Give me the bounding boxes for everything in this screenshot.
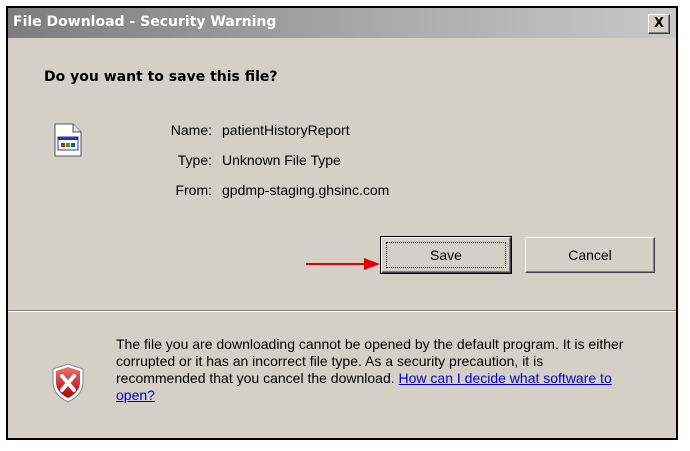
security-warning-text: The file you are downloading cannot be o…	[116, 336, 636, 404]
cancel-button-label: Cancel	[568, 247, 612, 263]
file-name-value: patientHistoryReport	[222, 122, 350, 138]
type-label: Type:	[177, 152, 212, 168]
window-title: File Download - Security Warning	[13, 14, 277, 30]
save-button[interactable]: Save	[380, 236, 512, 274]
generic-file-icon	[54, 123, 82, 157]
file-type-value: Unknown File Type	[222, 152, 341, 168]
file-download-dialog: File Download - Security Warning X Do yo…	[6, 6, 678, 440]
name-label: Name:	[170, 122, 212, 138]
security-shield-icon	[52, 363, 84, 403]
from-label: From:	[175, 182, 212, 198]
red-arrow-annotation	[306, 258, 380, 270]
title-bar[interactable]: File Download - Security Warning X	[8, 8, 676, 38]
save-prompt-heading: Do you want to save this file?	[44, 69, 278, 85]
save-button-label: Save	[430, 247, 462, 263]
file-source-value: gpdmp-staging.ghsinc.com	[222, 182, 390, 198]
cancel-button[interactable]: Cancel	[525, 237, 655, 273]
section-divider-highlight	[8, 311, 676, 312]
close-button[interactable]: X	[648, 14, 670, 34]
